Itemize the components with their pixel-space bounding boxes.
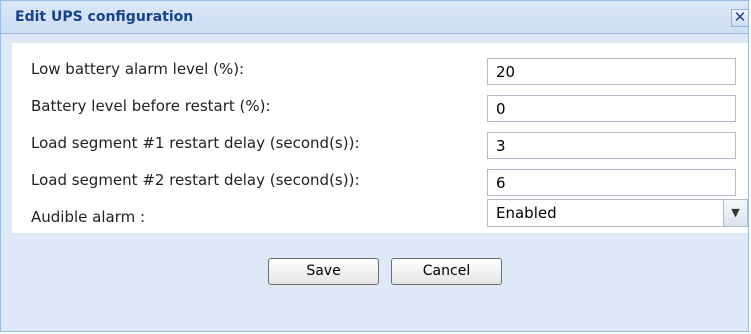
edit-ups-configuration-dialog: Edit UPS configuration ✕ Low battery ala…	[0, 0, 749, 332]
low-battery-alarm-level-input[interactable]: 20	[487, 58, 736, 85]
cancel-button[interactable]: Cancel	[391, 258, 502, 285]
low-battery-alarm-level-label: Low battery alarm level (%):	[31, 60, 245, 78]
save-button[interactable]: Save	[268, 258, 379, 285]
battery-level-before-restart-label: Battery level before restart (%):	[31, 97, 271, 115]
audible-alarm-label: Audible alarm :	[31, 208, 146, 226]
ups-config-form: Low battery alarm level (%): 20 Battery …	[12, 43, 748, 233]
load-segment-1-restart-delay-input[interactable]: 3	[487, 132, 736, 159]
load-segment-2-restart-delay-label: Load segment #2 restart delay (second(s)…	[31, 171, 360, 189]
load-segment-2-restart-delay-input[interactable]: 6	[487, 169, 736, 196]
load-segment-1-restart-delay-label: Load segment #1 restart delay (second(s)…	[31, 134, 360, 152]
audible-alarm-selected-value: Enabled	[496, 204, 557, 222]
battery-level-before-restart-input[interactable]: 0	[487, 95, 736, 122]
dialog-button-bar: Save Cancel	[1, 233, 748, 331]
chevron-down-icon[interactable]: ▼	[723, 200, 747, 226]
dialog-titlebar[interactable]: Edit UPS configuration ✕	[1, 1, 749, 34]
close-icon[interactable]: ✕	[731, 9, 749, 27]
dialog-title: Edit UPS configuration	[15, 9, 194, 25]
audible-alarm-select[interactable]: Enabled ▼	[487, 199, 748, 227]
